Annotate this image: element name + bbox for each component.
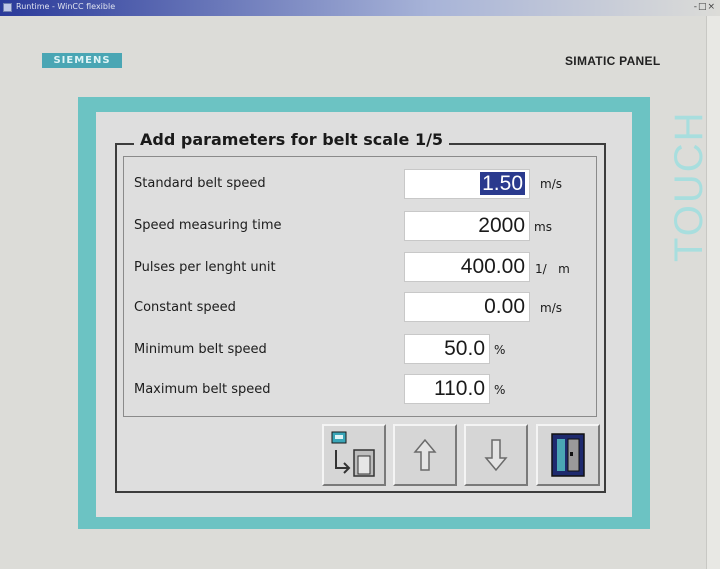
form-title: Add parameters for belt scale 1/5 — [134, 130, 450, 149]
arrow-down-icon — [484, 439, 508, 472]
scroll-up-button[interactable] — [393, 424, 457, 486]
unit-speed-measuring-time: ms — [534, 220, 552, 234]
speed-measuring-time-input[interactable]: 2000 — [404, 211, 530, 241]
label-standard-belt-speed: Standard belt speed — [134, 176, 266, 191]
touch-label: TOUCH — [667, 110, 711, 262]
exit-door-icon — [551, 433, 585, 477]
pulses-per-length-unit-input[interactable]: 400.00 — [404, 252, 530, 282]
siemens-logo: SIEMENS — [42, 53, 122, 68]
screen-change-button[interactable] — [322, 424, 386, 486]
scroll-down-button[interactable] — [464, 424, 528, 486]
panel-name: SIMATIC PANEL — [565, 54, 661, 68]
arrow-up-icon — [413, 438, 437, 471]
window-controls[interactable]: -□× — [694, 2, 716, 12]
unit-pulses-per-length: 1/ m — [535, 262, 570, 276]
label-speed-measuring-time: Speed measuring time — [134, 218, 282, 233]
label-minimum-belt-speed: Minimum belt speed — [134, 342, 267, 357]
constant-speed-input[interactable]: 0.00 — [404, 292, 530, 322]
app-icon — [3, 3, 12, 12]
window-scrollbar[interactable] — [706, 16, 720, 569]
exit-button[interactable] — [536, 424, 600, 486]
unit-standard-belt-speed: m/s — [540, 177, 562, 191]
label-constant-speed: Constant speed — [134, 300, 236, 315]
screen-change-icon — [331, 431, 375, 477]
minimum-belt-speed-input[interactable]: 50.0 — [404, 334, 490, 364]
unit-constant-speed: m/s — [540, 301, 562, 315]
title-bar: Runtime - WinCC flexible -□× — [0, 0, 720, 16]
maximum-belt-speed-input[interactable]: 110.0 — [404, 374, 490, 404]
unit-maximum-belt-speed: % — [494, 383, 506, 397]
label-pulses-per-length-unit: Pulses per lenght unit — [134, 260, 276, 275]
label-maximum-belt-speed: Maximum belt speed — [134, 382, 271, 397]
unit-minimum-belt-speed: % — [494, 343, 506, 357]
window-title: Runtime - WinCC flexible — [16, 2, 116, 11]
standard-belt-speed-input[interactable]: 1.50 — [404, 169, 530, 199]
